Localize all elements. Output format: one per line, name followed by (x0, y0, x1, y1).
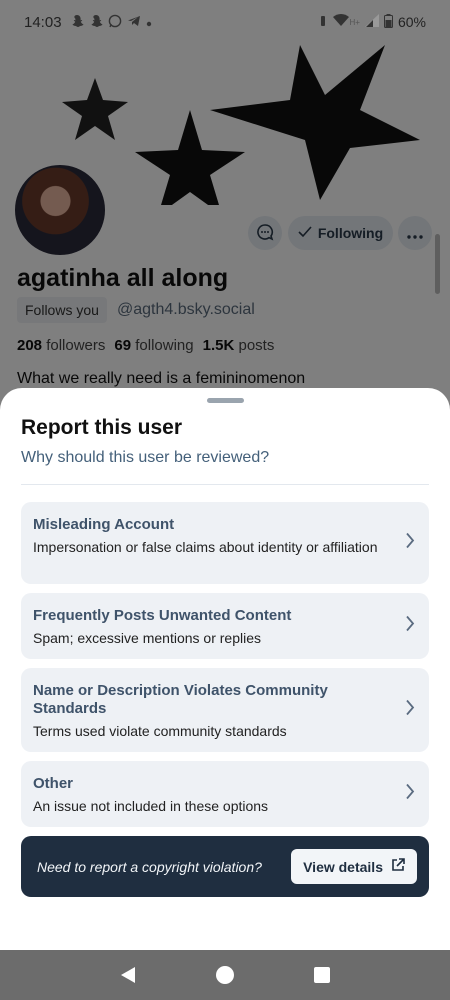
option-community-standards[interactable]: Name or Description Violates Community S… (21, 668, 429, 752)
battery-icon (383, 13, 393, 31)
copyright-text: Need to report a copyright violation? (37, 858, 262, 875)
network-label: H+ (349, 17, 360, 27)
view-details-label: View details (303, 858, 383, 875)
chevron-right-icon (405, 699, 415, 722)
option-description: Impersonation or false claims about iden… (33, 539, 378, 555)
option-unwanted-content[interactable]: Frequently Posts Unwanted Content Spam; … (21, 593, 429, 659)
option-description: An issue not included in these options (33, 798, 269, 814)
home-icon[interactable] (205, 955, 245, 995)
option-title: Other (33, 775, 74, 792)
signal-icon (364, 14, 379, 30)
status-bar: 14:03 H+ 60% (0, 0, 450, 44)
chevron-right-icon (405, 783, 415, 806)
system-nav-bar (0, 950, 450, 1000)
dot-icon (146, 15, 152, 30)
recents-icon[interactable] (302, 955, 342, 995)
status-right: H+ 60% (318, 13, 426, 31)
back-icon[interactable] (108, 955, 148, 995)
vibrate-icon (318, 14, 328, 31)
view-details-button[interactable]: View details (291, 849, 417, 884)
option-misleading-account[interactable]: Misleading Account Impersonation or fals… (21, 502, 429, 584)
telegram-icon (127, 14, 141, 31)
chevron-right-icon (405, 532, 415, 555)
notification-icons (70, 14, 152, 31)
external-link-icon (391, 858, 405, 875)
divider (21, 484, 429, 485)
option-title: Frequently Posts Unwanted Content (33, 607, 292, 624)
whatsapp-icon (108, 14, 122, 31)
option-title: Misleading Account (33, 516, 175, 533)
battery-level: 60% (397, 14, 426, 30)
sheet-drag-handle[interactable] (207, 398, 244, 403)
copyright-banner: Need to report a copyright violation? Vi… (21, 836, 429, 897)
option-other[interactable]: Other An issue not included in these opt… (21, 761, 429, 827)
snapchat-icon (89, 14, 103, 31)
sheet-title: Report this user (21, 416, 183, 439)
snapchat-icon (70, 14, 84, 31)
report-user-sheet: Report this user Why should this user be… (0, 388, 450, 950)
option-title: Name or Description Violates Community S… (33, 682, 328, 717)
status-time: 14:03 (24, 13, 62, 31)
chevron-right-icon (405, 615, 415, 638)
option-description: Terms used violate community standards (33, 723, 287, 739)
option-description: Spam; excessive mentions or replies (33, 630, 261, 646)
sheet-subtitle: Why should this user be reviewed? (21, 449, 270, 466)
wifi-icon (332, 14, 349, 30)
